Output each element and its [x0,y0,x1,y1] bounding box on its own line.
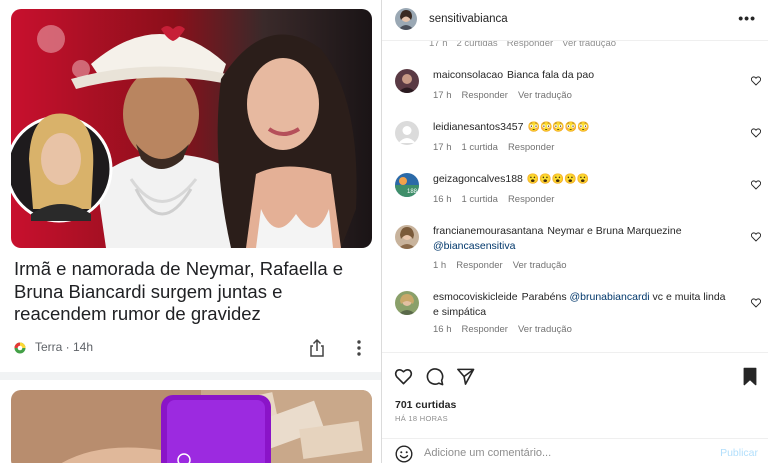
reply-button[interactable]: Responder [508,142,554,153]
more-vertical-icon[interactable] [354,339,364,357]
comment-time: 17 h [433,90,452,101]
instagram-post-panel: 17 h2 curtidas Responder Ver tradução sens… [382,0,768,464]
reply-button[interactable]: Responder [462,90,508,101]
svg-text:188: 188 [407,189,418,195]
article-image[interactable] [11,9,372,248]
comment-likes[interactable]: 1 curtida [462,142,498,153]
translate-link[interactable]: Ver tradução [518,90,572,101]
next-article-image[interactable] [11,390,372,463]
comment-time: 1 h [433,260,447,271]
comment-username[interactable]: leidianesantos3457 [433,121,524,133]
comment-time: 16 h [433,194,452,205]
heart-icon[interactable] [751,128,761,138]
article-source: Terra · 14h [35,340,94,354]
commenter-avatar[interactable] [395,121,419,145]
share-icon[interactable] [308,338,326,358]
reply-button[interactable]: Responder [508,194,554,205]
comment-mention[interactable]: @biancasensitiva [433,240,515,252]
heart-icon[interactable] [751,76,761,86]
heart-icon[interactable] [751,180,761,190]
comment-time: 17 h [433,142,452,153]
reply-button[interactable]: Responder [456,260,502,271]
commenter-avatar[interactable]: 188 [395,173,419,197]
feed-divider [0,372,381,380]
translate-link[interactable]: Ver tradução [518,324,572,335]
likes-count[interactable]: 701 curtidas [395,399,456,411]
terra-logo-icon [14,342,26,354]
news-feed-panel: Irmã e namorada de Neymar, Rafaella e Br… [0,0,382,463]
send-icon[interactable] [456,367,475,386]
comment-text: Neymar e Bruna Marquezine [547,225,682,237]
comment-text: Bianca fala da pao [507,69,595,81]
post-header: sensitivabianca ••• [382,0,768,41]
commenter-avatar[interactable] [395,69,419,93]
post-actions: 701 curtidas HÁ 18 HORAS Publicar [382,352,768,464]
article-headline[interactable]: Irmã e namorada de Neymar, Rafaella e Br… [14,258,366,326]
more-options-icon[interactable]: ••• [738,10,756,26]
publish-button[interactable]: Publicar [720,447,758,459]
commenter-avatar[interactable] [395,225,419,249]
comment-likes[interactable]: 1 curtida [462,194,498,205]
comment-text: 😮😮😮😮😮 [526,174,590,185]
heart-icon[interactable] [394,367,413,386]
emoji-icon[interactable] [395,445,413,463]
comment-text: Parabéns [521,291,567,303]
commenter-avatar[interactable] [395,291,419,315]
heart-icon[interactable] [751,232,761,242]
comment-username[interactable]: maiconsolacao [433,69,503,81]
add-comment-row: Publicar [382,438,768,465]
translate-link[interactable]: Ver tradução [513,260,567,271]
comment-mention[interactable]: @brunabiancardi [570,291,650,303]
post-username[interactable]: sensitivabianca [429,13,508,25]
comment-username[interactable]: geizagoncalves188 [433,173,523,185]
comment-time: 16 h [433,324,452,335]
comment-text: 😳😳😳😳😳 [527,122,590,133]
reply-button[interactable]: Responder [462,324,508,335]
avatar[interactable] [395,8,417,30]
partial-comment-meta: 17 h2 curtidas Responder Ver tradução [429,41,617,49]
article-source-row: Terra · 14h [14,338,370,358]
comment-username[interactable]: esmocoviskicleide [433,291,518,303]
comment-input[interactable] [424,443,684,463]
comment-icon[interactable] [425,367,444,386]
bookmark-icon[interactable] [742,367,758,386]
post-time: HÁ 18 HORAS [395,414,448,423]
heart-icon[interactable] [751,298,761,308]
comment-username[interactable]: francianemourasantana [433,225,543,237]
